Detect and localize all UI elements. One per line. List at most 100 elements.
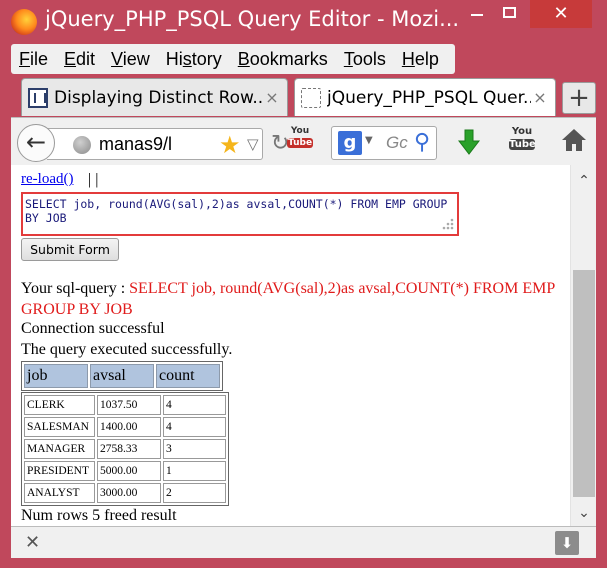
table-cell: SALESMAN <box>24 417 95 437</box>
reload-link[interactable]: re-load() <box>21 171 73 188</box>
menu-tools[interactable]: Tools <box>336 49 394 70</box>
globe-icon <box>73 136 91 154</box>
menu-file[interactable]: File <box>11 49 56 70</box>
table-row: CLERK 1037.50 4 <box>24 395 226 415</box>
menu-bookmarks-key: B <box>237 48 250 69</box>
table-cell: 2758.33 <box>97 439 161 459</box>
download-arrow-icon[interactable] <box>457 128 481 156</box>
table-cell: CLERK <box>24 395 95 415</box>
table-cell: 4 <box>163 395 226 415</box>
column-header: avsal <box>90 364 154 388</box>
menu-history-rest: tory <box>191 48 222 69</box>
youtube-label-top: You <box>511 126 533 137</box>
table-cell: 1037.50 <box>97 395 161 415</box>
tab-strip: Displaying Distinct Row... × jQuery_PHP_… <box>11 78 596 118</box>
scroll-down-icon[interactable]: ⌄ <box>571 505 596 521</box>
engine-dropdown-icon[interactable]: ▼ <box>365 135 373 146</box>
url-text: manas9/l <box>99 134 173 154</box>
tab-label: Displaying Distinct Row... <box>54 87 263 108</box>
execution-status: The query executed successfully. <box>21 341 233 358</box>
table-cell: 3000.00 <box>97 483 161 503</box>
new-tab-button[interactable]: + <box>562 82 596 114</box>
menu-edit-rest: dit <box>76 48 96 69</box>
tab-distinct-rows[interactable]: Displaying Distinct Row... × <box>21 78 288 116</box>
menu-history[interactable]: History <box>158 49 230 70</box>
google-search-engine-icon[interactable]: g <box>338 131 362 155</box>
resize-grip-icon[interactable] <box>439 217 455 231</box>
back-button[interactable]: ← <box>17 124 55 162</box>
page-favicon-icon <box>28 87 48 108</box>
submit-form-button[interactable]: Submit Form <box>21 238 119 261</box>
scrollbar-thumb[interactable] <box>573 270 595 497</box>
blank-page-icon <box>301 87 321 108</box>
menu-history-key: s <box>182 48 192 69</box>
sql-query-textarea[interactable]: SELECT job, round(AVG(sal),2)as avsal,CO… <box>21 192 459 236</box>
table-row: ANALYST 3000.00 2 <box>24 483 226 503</box>
add-on-bar: ✕ ⬇ <box>11 526 596 558</box>
menu-view-key: V <box>111 48 123 69</box>
table-cell: PRESIDENT <box>24 461 95 481</box>
menu-bookmarks[interactable]: Bookmarks <box>230 49 336 70</box>
menu-view[interactable]: View <box>103 49 158 70</box>
close-addon-bar-icon[interactable]: ✕ <box>25 532 40 553</box>
search-input[interactable]: Gc <box>386 133 408 153</box>
youtube-label-bottom: Tube <box>287 138 313 148</box>
history-dropdown-icon[interactable]: ▽ <box>247 135 259 153</box>
title-bar: jQuery_PHP_PSQL Query Editor - Mozi... ✕ <box>0 0 607 44</box>
minimize-icon[interactable] <box>471 14 483 16</box>
result-header-table: job avsal count <box>21 361 223 391</box>
table-cell: 4 <box>163 417 226 437</box>
menu-bookmarks-rest: ookmarks <box>249 48 328 69</box>
menu-bar: File Edit View History Bookmarks Tools H… <box>11 44 455 74</box>
tab-label: jQuery_PHP_PSQL Quer... <box>327 87 531 108</box>
navigation-toolbar: manas9/l ★ ▽ ↻ ← You Tube g ▼ Gc ⚲ You T… <box>11 117 596 165</box>
download-status-icon[interactable]: ⬇ <box>555 531 579 555</box>
scroll-up-icon[interactable]: ⌃ <box>571 173 596 189</box>
search-bar[interactable]: g ▼ Gc ⚲ <box>331 126 437 160</box>
home-icon[interactable] <box>561 126 587 154</box>
window-title: jQuery_PHP_PSQL Query Editor - Mozi... <box>45 7 460 31</box>
table-cell: 5000.00 <box>97 461 161 481</box>
search-icon[interactable]: ⚲ <box>414 130 430 155</box>
menu-file-rest: ile <box>30 48 49 69</box>
table-cell: 1400.00 <box>97 417 161 437</box>
menu-tools-key: T <box>343 48 353 69</box>
url-bar[interactable]: manas9/l ★ ▽ ↻ <box>47 128 289 160</box>
youtube-label-top: You <box>290 126 310 136</box>
table-row: PRESIDENT 5000.00 1 <box>24 461 226 481</box>
bookmark-star-icon[interactable]: ★ <box>219 131 241 159</box>
num-rows-message: Num rows 5 freed result <box>21 507 177 524</box>
close-tab-icon[interactable]: × <box>263 88 281 107</box>
sql-query-echo: Your sql-query : SELECT job, round(AVG(s… <box>21 278 561 320</box>
menu-help-rest: elp <box>414 48 439 69</box>
tab-query-editor[interactable]: jQuery_PHP_PSQL Quer... × <box>294 78 556 116</box>
menu-edit[interactable]: Edit <box>56 49 103 70</box>
menu-edit-key: E <box>64 48 77 69</box>
close-tab-icon[interactable]: × <box>531 88 549 107</box>
table-cell: 1 <box>163 461 226 481</box>
separator-text: | | <box>88 171 99 188</box>
table-cell: 3 <box>163 439 226 459</box>
table-cell: ANALYST <box>24 483 95 503</box>
vertical-scrollbar[interactable]: ⌃ ⌄ <box>570 165 596 526</box>
table-cell: MANAGER <box>24 439 95 459</box>
firefox-logo-icon[interactable] <box>11 9 37 35</box>
youtube-download-icon[interactable]: You Tube <box>287 126 313 156</box>
menu-help[interactable]: Help <box>394 49 447 70</box>
column-header: job <box>24 364 88 388</box>
close-window-button[interactable]: ✕ <box>530 0 592 28</box>
table-cell: 2 <box>163 483 226 503</box>
youtube-icon[interactable]: You Tube <box>509 126 536 156</box>
menu-tools-rest: ools <box>352 48 386 69</box>
menu-history-pre: Hi <box>165 48 183 69</box>
youtube-label-bottom: Tube <box>509 139 536 150</box>
menu-file-key: F <box>19 48 30 69</box>
page-content: re-load() | | SELECT job, round(AVG(sal)… <box>11 165 596 526</box>
maximize-icon[interactable] <box>503 7 516 18</box>
sql-prefix-label: Your sql-query : <box>21 280 130 297</box>
result-data-table: CLERK 1037.50 4 SALESMAN 1400.00 4 MANAG… <box>21 392 229 506</box>
menu-view-rest: iew <box>122 48 150 69</box>
table-row: SALESMAN 1400.00 4 <box>24 417 226 437</box>
menu-help-key: H <box>401 48 415 69</box>
connection-status: Connection successful <box>21 320 165 337</box>
